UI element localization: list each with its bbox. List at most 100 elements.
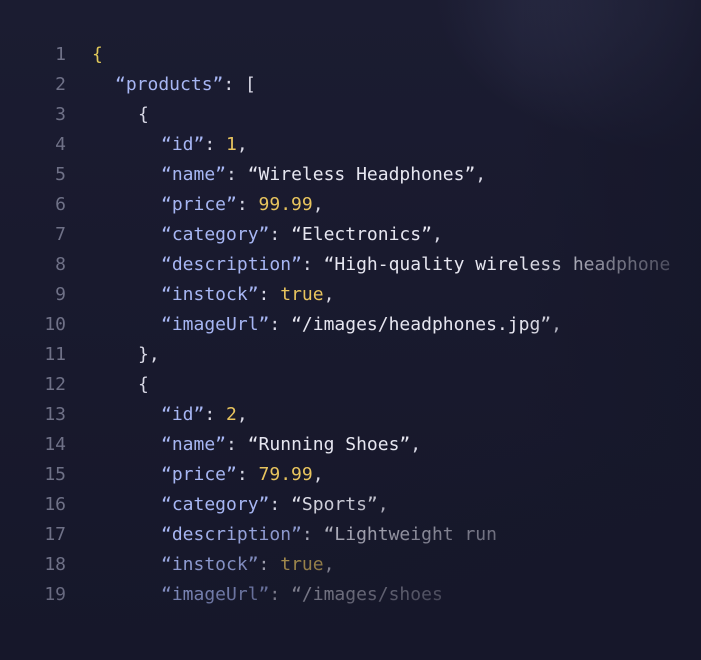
json-key: “price” bbox=[161, 464, 237, 485]
code-line: 11}, bbox=[0, 340, 701, 370]
line-content: { bbox=[92, 40, 103, 70]
line-content: “imageUrl”: “/images/shoes bbox=[161, 580, 443, 610]
json-punctuation: : bbox=[269, 584, 292, 605]
line-number: 9 bbox=[55, 284, 66, 305]
json-brace: { bbox=[92, 44, 103, 65]
json-punctuation: : bbox=[301, 254, 324, 275]
json-punctuation: : bbox=[226, 164, 248, 185]
line-content: “instock”: true, bbox=[161, 280, 334, 310]
json-punctuation: , bbox=[377, 494, 389, 515]
code-line: 15 “price”: 79.99, bbox=[0, 460, 701, 490]
json-string: “Sports” bbox=[291, 494, 378, 515]
code-line: 17 “description”: “Lightweight run bbox=[0, 520, 701, 550]
json-key: “imageUrl” bbox=[161, 584, 270, 605]
json-punctuation: , bbox=[236, 134, 248, 155]
json-punctuation: , bbox=[410, 434, 422, 455]
line-content: “products”: [ bbox=[115, 70, 256, 100]
line-content: }, bbox=[138, 340, 160, 370]
json-string: “Wireless Headphones” bbox=[247, 164, 476, 185]
line-number: 13 bbox=[44, 404, 66, 425]
code-line: 18 “instock”: true, bbox=[0, 550, 701, 580]
line-content: “id”: 2, bbox=[161, 400, 248, 430]
json-number: 2 bbox=[226, 404, 237, 425]
json-boolean: true bbox=[280, 554, 324, 575]
json-string: “High-quality wireless headphone bbox=[323, 254, 671, 275]
json-punctuation: : bbox=[204, 404, 227, 425]
code-line: 9 “instock”: true, bbox=[0, 280, 701, 310]
line-number: 10 bbox=[44, 314, 66, 335]
json-punctuation: : bbox=[269, 494, 292, 515]
line-number: 12 bbox=[44, 374, 66, 395]
json-string: “Lightweight run bbox=[323, 524, 497, 545]
code-line: 6 “price”: 99.99, bbox=[0, 190, 701, 220]
line-number: 19 bbox=[44, 584, 66, 605]
code-line: 5 “name”: “Wireless Headphones”, bbox=[0, 160, 701, 190]
json-key: “description” bbox=[161, 254, 302, 275]
line-number: 14 bbox=[44, 434, 66, 455]
code-line: 10 “imageUrl”: “/images/headphones.jpg”, bbox=[0, 310, 701, 340]
json-punctuation: : bbox=[258, 284, 281, 305]
json-punctuation: : bbox=[236, 464, 259, 485]
line-content: “name”: “Running Shoes”, bbox=[161, 430, 421, 460]
code-area[interactable]: 1{2 “products”: [3{4 “id”: 1, 5 “name”: “Wir… bbox=[0, 40, 701, 610]
json-key: “name” bbox=[161, 434, 227, 455]
json-key: “products” bbox=[115, 74, 224, 95]
json-punctuation: : bbox=[236, 194, 259, 215]
json-punctuation: : bbox=[269, 224, 292, 245]
json-punctuation: { bbox=[138, 104, 149, 125]
json-punctuation: , bbox=[323, 554, 335, 575]
code-line: 12 { bbox=[0, 370, 701, 400]
json-key: “description” bbox=[161, 524, 302, 545]
code-line: 16 “category”: “Sports”, bbox=[0, 490, 701, 520]
line-content: “description”: “High-quality wireless he… bbox=[161, 250, 670, 280]
json-punctuation: }, bbox=[138, 344, 160, 365]
code-line: 7 “category”: “Electronics”, bbox=[0, 220, 701, 250]
code-editor: 1{2 “products”: [3{4 “id”: 1, 5 “name”: “Wir… bbox=[0, 0, 701, 660]
line-number: 5 bbox=[55, 164, 66, 185]
json-key: “price” bbox=[161, 194, 237, 215]
code-line: 2 “products”: [ bbox=[0, 70, 701, 100]
json-boolean: true bbox=[280, 284, 324, 305]
line-content: “imageUrl”: “/images/headphones.jpg”, bbox=[161, 310, 562, 340]
line-number: 7 bbox=[55, 224, 66, 245]
json-punctuation: : bbox=[226, 434, 248, 455]
json-punctuation: : bbox=[258, 554, 281, 575]
json-punctuation: : bbox=[269, 314, 292, 335]
json-punctuation: : bbox=[204, 134, 227, 155]
line-number: 1 bbox=[55, 44, 66, 65]
json-punctuation: : [ bbox=[223, 74, 256, 95]
json-punctuation: , bbox=[475, 164, 487, 185]
line-content: “id”: 1, bbox=[161, 130, 248, 160]
line-content: { bbox=[138, 100, 149, 130]
json-number: 1 bbox=[226, 134, 237, 155]
json-punctuation: , bbox=[312, 194, 324, 215]
json-punctuation: , bbox=[323, 284, 335, 305]
json-punctuation: : bbox=[301, 524, 324, 545]
json-string: “Running Shoes” bbox=[247, 434, 411, 455]
line-number: 2 bbox=[55, 74, 66, 95]
line-number: 11 bbox=[44, 344, 66, 365]
line-number: 8 bbox=[55, 254, 66, 275]
code-line: 14 “name”: “Running Shoes”, bbox=[0, 430, 701, 460]
line-content: “category”: “Electronics”, bbox=[161, 220, 443, 250]
line-number: 16 bbox=[44, 494, 66, 515]
json-key: “instock” bbox=[161, 284, 259, 305]
json-punctuation: , bbox=[551, 314, 562, 335]
code-line: 13 “id”: 2, bbox=[0, 400, 701, 430]
json-string: “/images/shoes bbox=[291, 584, 443, 605]
json-key: “id” bbox=[161, 404, 205, 425]
line-content: “name”: “Wireless Headphones”, bbox=[161, 160, 486, 190]
line-number: 18 bbox=[44, 554, 66, 575]
line-number: 17 bbox=[44, 524, 66, 545]
json-key: “category” bbox=[161, 494, 270, 515]
line-number: 3 bbox=[55, 104, 66, 125]
line-content: “price”: 79.99, bbox=[161, 460, 324, 490]
line-content: “description”: “Lightweight run bbox=[161, 520, 497, 550]
line-number: 15 bbox=[44, 464, 66, 485]
json-punctuation: , bbox=[431, 224, 443, 245]
json-key: “id” bbox=[161, 134, 205, 155]
json-punctuation: , bbox=[312, 464, 324, 485]
line-content: { bbox=[138, 370, 149, 400]
code-line: 8 “description”: “High-quality wireless h… bbox=[0, 250, 701, 280]
line-content: “category”: “Sports”, bbox=[161, 490, 389, 520]
